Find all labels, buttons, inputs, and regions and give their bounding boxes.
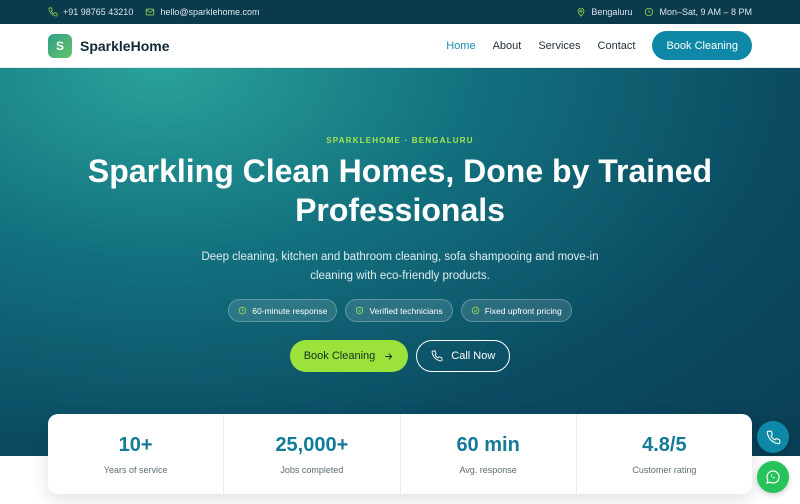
- map-pin-icon: [578, 7, 585, 17]
- email-address: hello@sparklehome.com: [160, 7, 260, 17]
- phone-icon: [431, 350, 443, 362]
- hero-actions: Book Cleaning Call Now: [0, 340, 800, 372]
- stat-rating: 4.8/5 Customer rating: [577, 414, 752, 494]
- stat-label: Jobs completed: [280, 464, 344, 475]
- pill-label: Fixed upfront pricing: [484, 305, 562, 316]
- whatsapp-icon: [766, 470, 780, 484]
- stat-years: 10+ Years of service: [48, 414, 225, 494]
- hours-text: Mon–Sat, 9 AM – 8 PM: [659, 7, 752, 17]
- hero-eyebrow: SPARKLEHOME · BENGALURU: [326, 136, 474, 145]
- stat-value: 25,000+: [275, 433, 349, 456]
- stat-response: 60 min Avg. response: [401, 414, 577, 494]
- brand-logo: S: [48, 33, 72, 58]
- pill-label: 60-minute response: [252, 305, 328, 316]
- pill-label: Verified technicians: [369, 305, 443, 316]
- phone-contact[interactable]: +91 98765 43210: [48, 7, 133, 17]
- brand-name: SparkleHome: [80, 37, 170, 54]
- call-now-button[interactable]: Call Now: [416, 340, 511, 372]
- email-contact[interactable]: hello@sparklehome.com: [145, 7, 260, 17]
- stat-value: 10+: [118, 433, 153, 456]
- phone-icon: [48, 7, 58, 17]
- stat-label: Years of service: [103, 464, 168, 475]
- feature-pills: 60-minute response Verified technicians …: [0, 299, 800, 322]
- pill-verified: Verified technicians: [345, 299, 453, 322]
- stat-label: Avg. response: [459, 464, 517, 475]
- book-cleaning-button[interactable]: Book Cleaning: [289, 340, 409, 372]
- pill-response: 60-minute response: [228, 299, 338, 322]
- stat-value: 4.8/5: [642, 433, 687, 456]
- shield-icon: [356, 306, 364, 315]
- arrow-right-icon: [385, 352, 393, 360]
- nav-link-home[interactable]: Home: [446, 40, 475, 52]
- phone-icon: [766, 430, 780, 444]
- phone-number: +91 98765 43210: [63, 7, 134, 17]
- top-info-bar: +91 98765 43210 hello@sparklehome.com Be…: [0, 0, 800, 24]
- main-navigation: S SparkleHome Home About Services Contac…: [0, 24, 800, 68]
- hero-title: Sparkling Clean Homes, Done by Trained P…: [87, 153, 713, 228]
- stats-card: 10+ Years of service 25,000+ Jobs comple…: [48, 414, 752, 494]
- nav-link-services[interactable]: Services: [538, 40, 580, 52]
- call-now-label: Call Now: [451, 350, 496, 362]
- hero-description: Deep cleaning, kitchen and bathroom clea…: [201, 251, 599, 282]
- nav-link-contact[interactable]: Contact: [598, 40, 636, 52]
- clock-icon: [239, 306, 247, 315]
- stat-value: 60 min: [456, 433, 520, 456]
- mail-icon: [146, 8, 155, 16]
- location-info: Bengaluru: [576, 7, 632, 17]
- stat-label: Customer rating: [632, 464, 697, 475]
- stat-jobs: 25,000+ Jobs completed: [224, 414, 401, 494]
- floating-call-button[interactable]: [757, 421, 789, 453]
- pill-pricing: Fixed upfront pricing: [460, 299, 572, 322]
- nav-link-about[interactable]: About: [493, 40, 522, 52]
- location-text: Bengaluru: [591, 7, 633, 17]
- book-cleaning-label: Book Cleaning: [303, 350, 376, 362]
- brand[interactable]: S SparkleHome: [48, 33, 170, 58]
- check-circle-icon: [471, 306, 479, 315]
- clock-icon: [645, 7, 654, 17]
- hours-info: Mon–Sat, 9 AM – 8 PM: [644, 7, 752, 17]
- book-cleaning-nav-button[interactable]: Book Cleaning: [652, 31, 752, 60]
- floating-whatsapp-button[interactable]: [757, 461, 789, 493]
- nav-menu: Home About Services Contact Book Cleanin…: [446, 31, 752, 60]
